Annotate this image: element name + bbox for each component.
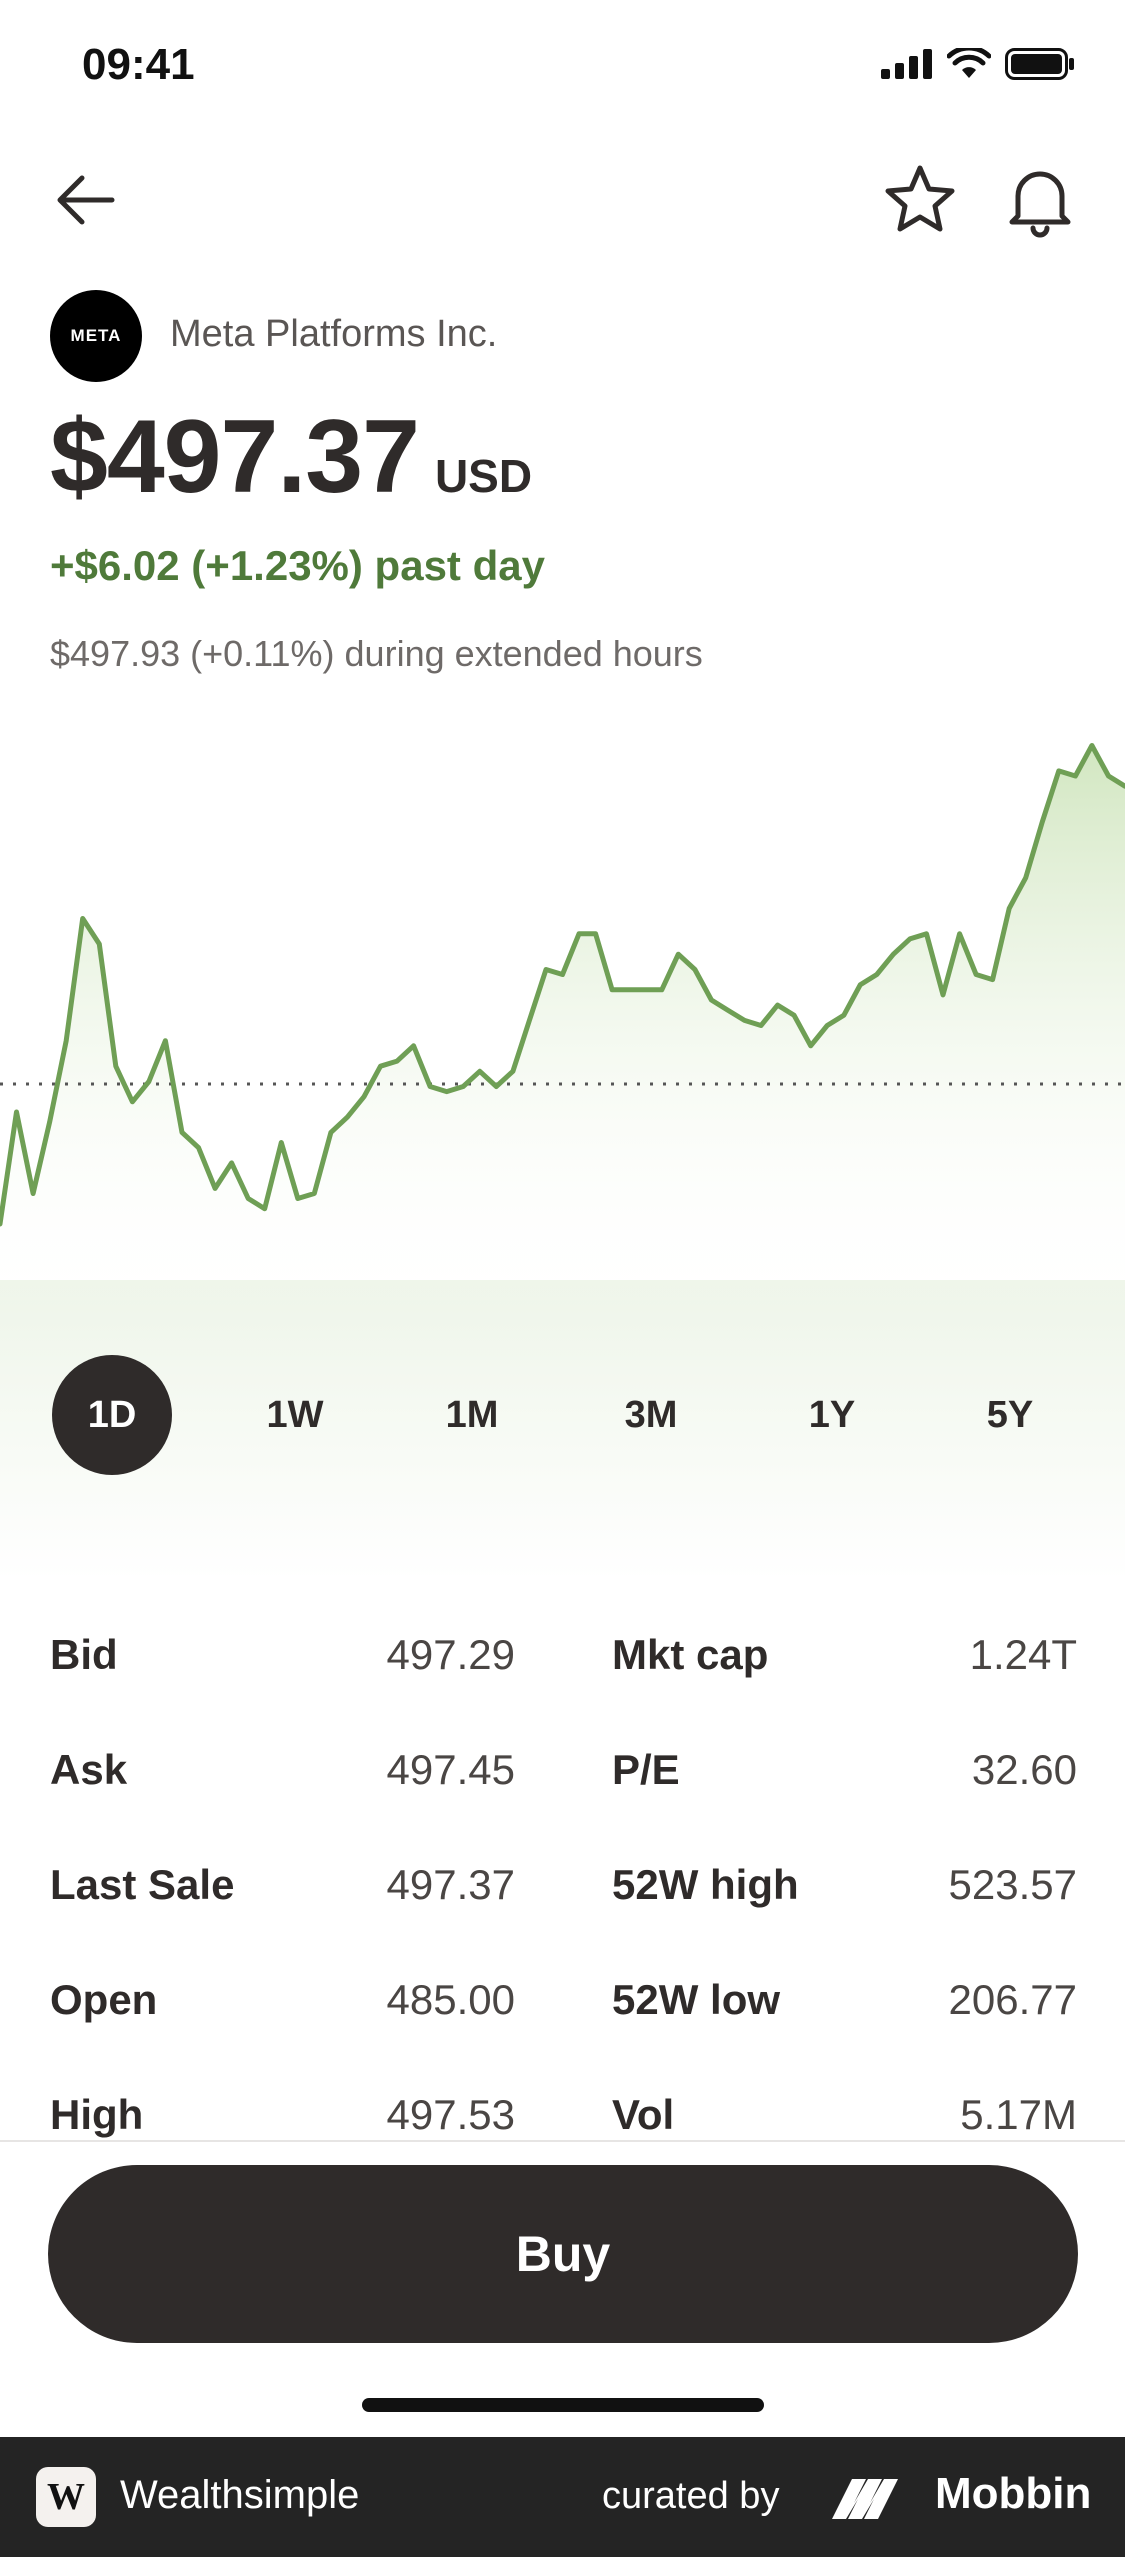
back-arrow-icon[interactable] (50, 165, 120, 235)
footer-bar: W Wealthsimple curated by Mobbin (0, 2437, 1125, 2557)
bell-icon[interactable] (1000, 160, 1080, 240)
stat-value: 497.37 (386, 1861, 515, 1908)
buy-button[interactable]: Buy (48, 2165, 1078, 2343)
stat-value: 1.24T (969, 1631, 1077, 1678)
stat-value: 497.29 (386, 1631, 515, 1678)
stat-label: Mkt cap (612, 1631, 769, 1678)
range-tab-1w[interactable]: 1W (235, 1355, 355, 1475)
status-bar: 09:41 (0, 0, 1125, 140)
current-price: $497.37 (50, 399, 420, 515)
stat-label: Ask (50, 1746, 128, 1793)
footer-brand: Wealthsimple (120, 2473, 360, 2517)
stat-label: 52W low (612, 1976, 781, 2023)
range-tab-1d[interactable]: 1D (52, 1355, 172, 1475)
signal-icon (881, 49, 932, 79)
footer-mobbin: Mobbin (935, 2469, 1092, 2518)
star-icon[interactable] (880, 160, 960, 240)
stat-row: Last Sale 497.37 (50, 1855, 515, 1915)
chart-area-fill (0, 745, 1125, 1320)
stat-row: 52W high 523.57 (612, 1855, 1077, 1915)
mobbin-logo-icon (832, 2479, 898, 2519)
stat-row: High 497.53 (50, 2085, 515, 2140)
range-tab-5y[interactable]: 5Y (950, 1355, 1070, 1475)
divider (0, 2140, 1125, 2142)
stats-grid: Bid 497.29 Ask 497.45 Last Sale 497.37 O… (0, 1600, 1125, 2140)
stat-row: Open 485.00 (50, 1970, 515, 2030)
stat-label: Last Sale (50, 1861, 235, 1908)
stat-value: 523.57 (948, 1861, 1077, 1908)
wealthsimple-logo-icon: W (36, 2467, 96, 2527)
status-time: 09:41 (82, 40, 195, 89)
extended-hours-price: $497.93 (+0.11%) during extended hours (50, 633, 703, 674)
stat-value: 206.77 (948, 1976, 1077, 2023)
range-tab-1y[interactable]: 1Y (772, 1355, 892, 1475)
range-tabs: 1D 1W 1M 3M 1Y 5Y (0, 1355, 1125, 1475)
stat-value: 497.45 (386, 1746, 515, 1793)
stat-label: Bid (50, 1631, 118, 1678)
footer-curated-by: curated by (602, 2475, 780, 2517)
daily-change: +$6.02 (+1.23%) past day (50, 542, 545, 589)
company-logo: META (50, 290, 142, 382)
status-icons (881, 48, 1075, 80)
stat-label: P/E (612, 1746, 680, 1793)
price-row: $497.37 USD (50, 398, 532, 517)
home-indicator (362, 2398, 764, 2412)
price-chart[interactable] (0, 700, 1125, 1320)
stat-label: High (50, 2091, 144, 2138)
stat-row: Vol 5.17M (612, 2085, 1077, 2140)
stat-row: Ask 497.45 (50, 1740, 515, 1800)
wifi-icon (947, 48, 991, 78)
stat-row: Bid 497.29 (50, 1625, 515, 1685)
stat-label: Open (50, 1976, 158, 2023)
stat-row: P/E 32.60 (612, 1740, 1077, 1800)
stat-label: 52W high (612, 1861, 799, 1908)
stat-value: 5.17M (960, 2091, 1077, 2138)
battery-icon (1005, 48, 1074, 80)
stat-value: 32.60 (971, 1746, 1077, 1793)
stat-value: 497.53 (386, 2091, 515, 2138)
price-currency: USD (434, 450, 533, 502)
range-tab-3m[interactable]: 3M (591, 1355, 711, 1475)
stat-row: 52W low 206.77 (612, 1970, 1077, 2030)
stat-row: Mkt cap 1.24T (612, 1625, 1077, 1685)
company-name: Meta Platforms Inc. (170, 313, 498, 355)
stat-label: Vol (612, 2091, 675, 2138)
range-tab-1m[interactable]: 1M (412, 1355, 532, 1475)
stat-value: 485.00 (386, 1976, 515, 2023)
